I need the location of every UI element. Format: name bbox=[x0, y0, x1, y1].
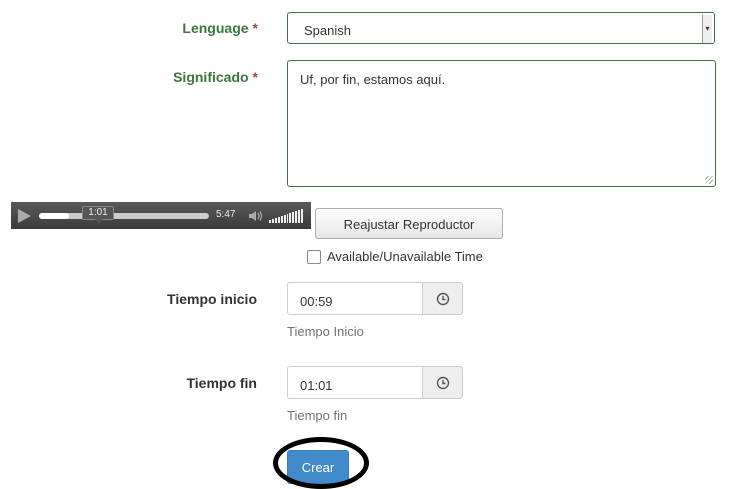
end-time-group: 01:01 bbox=[287, 366, 463, 399]
start-time-input[interactable]: 00:59 bbox=[287, 282, 422, 315]
progress-fill bbox=[39, 213, 69, 219]
start-time-clock-button[interactable] bbox=[422, 282, 463, 315]
meaning-label-text: Significado bbox=[173, 69, 249, 85]
start-time-label: Tiempo inicio bbox=[167, 291, 257, 307]
required-mark: * bbox=[252, 69, 258, 85]
language-label: Lenguage * bbox=[182, 20, 258, 36]
progress-track[interactable]: 1:01 bbox=[39, 206, 209, 224]
end-time-input[interactable]: 01:01 bbox=[287, 366, 422, 399]
language-label-text: Lenguage bbox=[182, 20, 249, 36]
availability-checkbox-row: Available/Unavailable Time bbox=[307, 249, 483, 264]
chevron-down-icon[interactable]: ▾ bbox=[702, 15, 712, 43]
clock-icon bbox=[436, 292, 449, 305]
resize-grip-icon[interactable] bbox=[705, 176, 713, 184]
language-select-value: Spanish bbox=[304, 23, 351, 38]
volume-slider[interactable] bbox=[269, 208, 304, 223]
availability-checkbox[interactable] bbox=[307, 249, 321, 264]
start-time-group: 00:59 bbox=[287, 282, 463, 315]
meaning-label: Significado * bbox=[173, 69, 258, 85]
current-time-bubble: 1:01 bbox=[82, 206, 114, 224]
language-select[interactable]: Spanish ▾ bbox=[287, 12, 715, 44]
required-mark: * bbox=[252, 20, 258, 36]
meaning-textarea-value: Uf, por fin, estamos aquí. bbox=[300, 72, 446, 87]
duration-label: 5:47 bbox=[216, 209, 236, 220]
availability-checkbox-label[interactable]: Available/Unavailable Time bbox=[327, 249, 483, 264]
clock-icon bbox=[436, 376, 449, 389]
end-time-clock-button[interactable] bbox=[422, 366, 463, 399]
volume-icon[interactable] bbox=[248, 209, 264, 223]
play-icon[interactable] bbox=[18, 209, 31, 223]
meaning-textarea[interactable]: Uf, por fin, estamos aquí. bbox=[287, 60, 716, 187]
end-time-label: Tiempo fin bbox=[186, 375, 257, 391]
start-time-help: Tiempo Inicio bbox=[287, 324, 364, 339]
reset-player-button[interactable]: Reajustar Reproductor bbox=[315, 208, 503, 239]
audio-player: 1:01 5:47 bbox=[11, 202, 311, 229]
end-time-help: Tiempo fin bbox=[287, 408, 348, 423]
create-button[interactable]: Crear bbox=[287, 450, 349, 484]
